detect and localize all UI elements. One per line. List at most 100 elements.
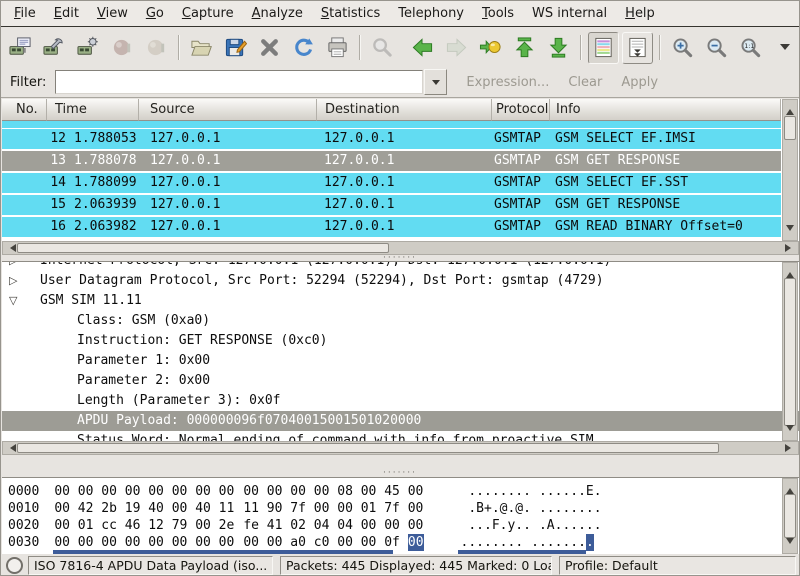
packet-list-vscrollbar[interactable] <box>782 99 798 241</box>
packet-row-selected[interactable]: 13 1.788078 127.0.0.1 127.0.0.1 GSMTAP G… <box>2 151 781 173</box>
packet-row[interactable]: 12 1.788053 127.0.0.1 127.0.0.1 GSMTAP G… <box>2 129 781 151</box>
toolbar-separator <box>359 35 361 60</box>
expression-button[interactable]: Expression... <box>466 75 549 90</box>
details-hscrollbar[interactable] <box>2 441 799 455</box>
packet-row-clipped[interactable]: 11 1.787851 127.0.0.1 127.0.0.1 GSMTAP G… <box>2 121 781 129</box>
capture-start-icon[interactable] <box>73 32 104 64</box>
zoom-in-icon[interactable] <box>667 32 698 64</box>
auto-scroll-toggle-icon[interactable] <box>622 32 653 64</box>
go-to-packet-icon[interactable] <box>475 32 506 64</box>
scroll-up-icon[interactable] <box>786 268 794 278</box>
scroll-right-icon[interactable] <box>785 244 795 252</box>
details-vscrollbar[interactable] <box>782 262 798 441</box>
go-forward-icon[interactable] <box>441 32 472 64</box>
filter-bar: Filter: Expression... Clear Apply <box>1 67 799 98</box>
scrollbar-thumb[interactable] <box>784 116 796 140</box>
expander-icon[interactable] <box>9 262 17 271</box>
scrollbar-thumb[interactable] <box>784 278 796 426</box>
hex-row[interactable]: 000000 00 00 00 00 00 00 0000 00 00 00 0… <box>2 483 799 500</box>
scroll-up-icon[interactable] <box>786 105 794 115</box>
expert-info-icon[interactable] <box>6 557 23 574</box>
detail-row-class[interactable]: Class: GSM (0xa0) <box>2 311 799 331</box>
detail-row-udp[interactable]: User Datagram Protocol, Src Port: 52294 … <box>2 271 799 291</box>
column-header-time[interactable]: Time <box>47 99 139 121</box>
toolbar-separator <box>659 35 661 60</box>
hex-row[interactable]: 001000 42 2b 19 40 00 40 1111 90 7f 00 0… <box>2 500 799 517</box>
scroll-left-icon[interactable] <box>6 244 16 252</box>
scroll-down-icon[interactable] <box>786 538 794 548</box>
menu-analyze[interactable]: Analyze <box>243 2 312 25</box>
column-header-source[interactable]: Source <box>139 99 317 121</box>
field-status-panel: ISO 7816-4 APDU Data Payload (iso... <box>28 556 273 575</box>
column-header-info[interactable]: Info <box>550 99 781 121</box>
menu-edit[interactable]: Edit <box>45 2 88 25</box>
splitter-grip-icon: ······· <box>383 471 417 475</box>
packet-bytes-pane[interactable]: 000000 00 00 00 00 00 00 0000 00 00 00 0… <box>2 477 799 554</box>
menu-ws-internal[interactable]: WS internal <box>523 2 616 25</box>
detail-row-gsm-sim[interactable]: GSM SIM 11.11 <box>2 291 799 311</box>
scroll-left-icon[interactable] <box>6 444 16 452</box>
go-to-top-icon[interactable] <box>509 32 540 64</box>
menu-go[interactable]: Go <box>137 2 173 25</box>
close-capture-icon[interactable] <box>254 32 285 64</box>
hex-row[interactable]: 003000 00 00 00 00 00 00 0000 00 a0 c0 0… <box>2 534 799 551</box>
zoom-out-icon[interactable] <box>701 32 732 64</box>
menu-file[interactable]: File <box>5 2 45 25</box>
menu-telephony[interactable]: Telephony <box>389 2 473 25</box>
clear-button[interactable]: Clear <box>568 75 602 90</box>
pane-splitter[interactable]: ······· <box>1 469 799 477</box>
scrollbar-thumb[interactable] <box>784 494 796 538</box>
profile-panel[interactable]: Profile: Default <box>559 556 796 575</box>
apply-button[interactable]: Apply <box>621 75 658 90</box>
interface-list-icon[interactable] <box>5 32 36 64</box>
menu-help[interactable]: Help <box>616 2 664 25</box>
filter-dropdown-button[interactable] <box>424 69 447 95</box>
menu-tools[interactable]: Tools <box>473 2 523 25</box>
packet-row[interactable]: 16 2.063982 127.0.0.1 127.0.0.1 GSMTAP G… <box>2 217 781 239</box>
filter-input[interactable] <box>55 70 423 94</box>
colorize-toggle-icon[interactable] <box>588 32 619 64</box>
zoom-normal-icon[interactable]: 1:1 <box>735 32 766 64</box>
packet-list-pane: No. Time Source Destination Protocol Inf… <box>2 99 799 255</box>
expander-icon[interactable] <box>9 291 17 311</box>
capture-restart-icon[interactable] <box>141 32 172 64</box>
toolbar-overflow-icon[interactable] <box>779 40 791 55</box>
capture-options-icon[interactable] <box>39 32 70 64</box>
scroll-right-icon[interactable] <box>785 444 795 452</box>
filter-label: Filter: <box>10 75 46 90</box>
reload-icon[interactable] <box>288 32 319 64</box>
scrollbar-thumb[interactable] <box>17 443 719 453</box>
scroll-down-icon[interactable] <box>786 225 794 235</box>
find-packet-icon[interactable] <box>367 32 398 64</box>
menu-bar: File Edit View Go Capture Analyze Statis… <box>1 1 799 27</box>
detail-row-clipped[interactable]: Internet Protocol, Src: 127.0.0.1 (127.0… <box>2 262 799 271</box>
bytes-vscrollbar[interactable] <box>782 478 798 554</box>
detail-row-parameter1[interactable]: Parameter 1: 0x00 <box>2 351 799 371</box>
toolbar-separator <box>580 35 582 60</box>
column-header-protocol[interactable]: Protocol <box>492 99 550 121</box>
open-capture-icon[interactable] <box>186 32 217 64</box>
scrollbar-thumb[interactable] <box>17 243 389 253</box>
packet-row[interactable]: 14 1.788099 127.0.0.1 127.0.0.1 GSMTAP G… <box>2 173 781 195</box>
go-to-bottom-icon[interactable] <box>543 32 574 64</box>
packet-row[interactable]: 15 2.063939 127.0.0.1 127.0.0.1 GSMTAP G… <box>2 195 781 217</box>
expander-icon[interactable] <box>9 271 17 291</box>
menu-statistics[interactable]: Statistics <box>312 2 389 25</box>
wireshark-window: File Edit View Go Capture Analyze Statis… <box>0 0 800 576</box>
column-header-no[interactable]: No. <box>2 99 47 121</box>
menu-view[interactable]: View <box>88 2 137 25</box>
capture-stop-icon[interactable] <box>107 32 138 64</box>
scroll-down-icon[interactable] <box>786 425 794 435</box>
detail-row-parameter2[interactable]: Parameter 2: 0x00 <box>2 371 799 391</box>
print-icon[interactable] <box>322 32 353 64</box>
detail-row-instruction[interactable]: Instruction: GET RESPONSE (0xc0) <box>2 331 799 351</box>
detail-row-length[interactable]: Length (Parameter 3): 0x0f <box>2 391 799 411</box>
detail-row-apdu-payload-selected[interactable]: APDU Payload: 000000096f0704001500150102… <box>2 411 799 431</box>
column-header-destination[interactable]: Destination <box>317 99 492 121</box>
go-back-icon[interactable] <box>407 32 438 64</box>
save-capture-icon[interactable] <box>220 32 251 64</box>
packet-details-pane: Internet Protocol, Src: 127.0.0.1 (127.0… <box>2 261 799 455</box>
menu-capture[interactable]: Capture <box>173 2 243 25</box>
hex-row[interactable]: 002000 01 cc 46 12 79 00 2efe 41 02 04 0… <box>2 517 799 534</box>
scroll-up-icon[interactable] <box>786 484 794 494</box>
